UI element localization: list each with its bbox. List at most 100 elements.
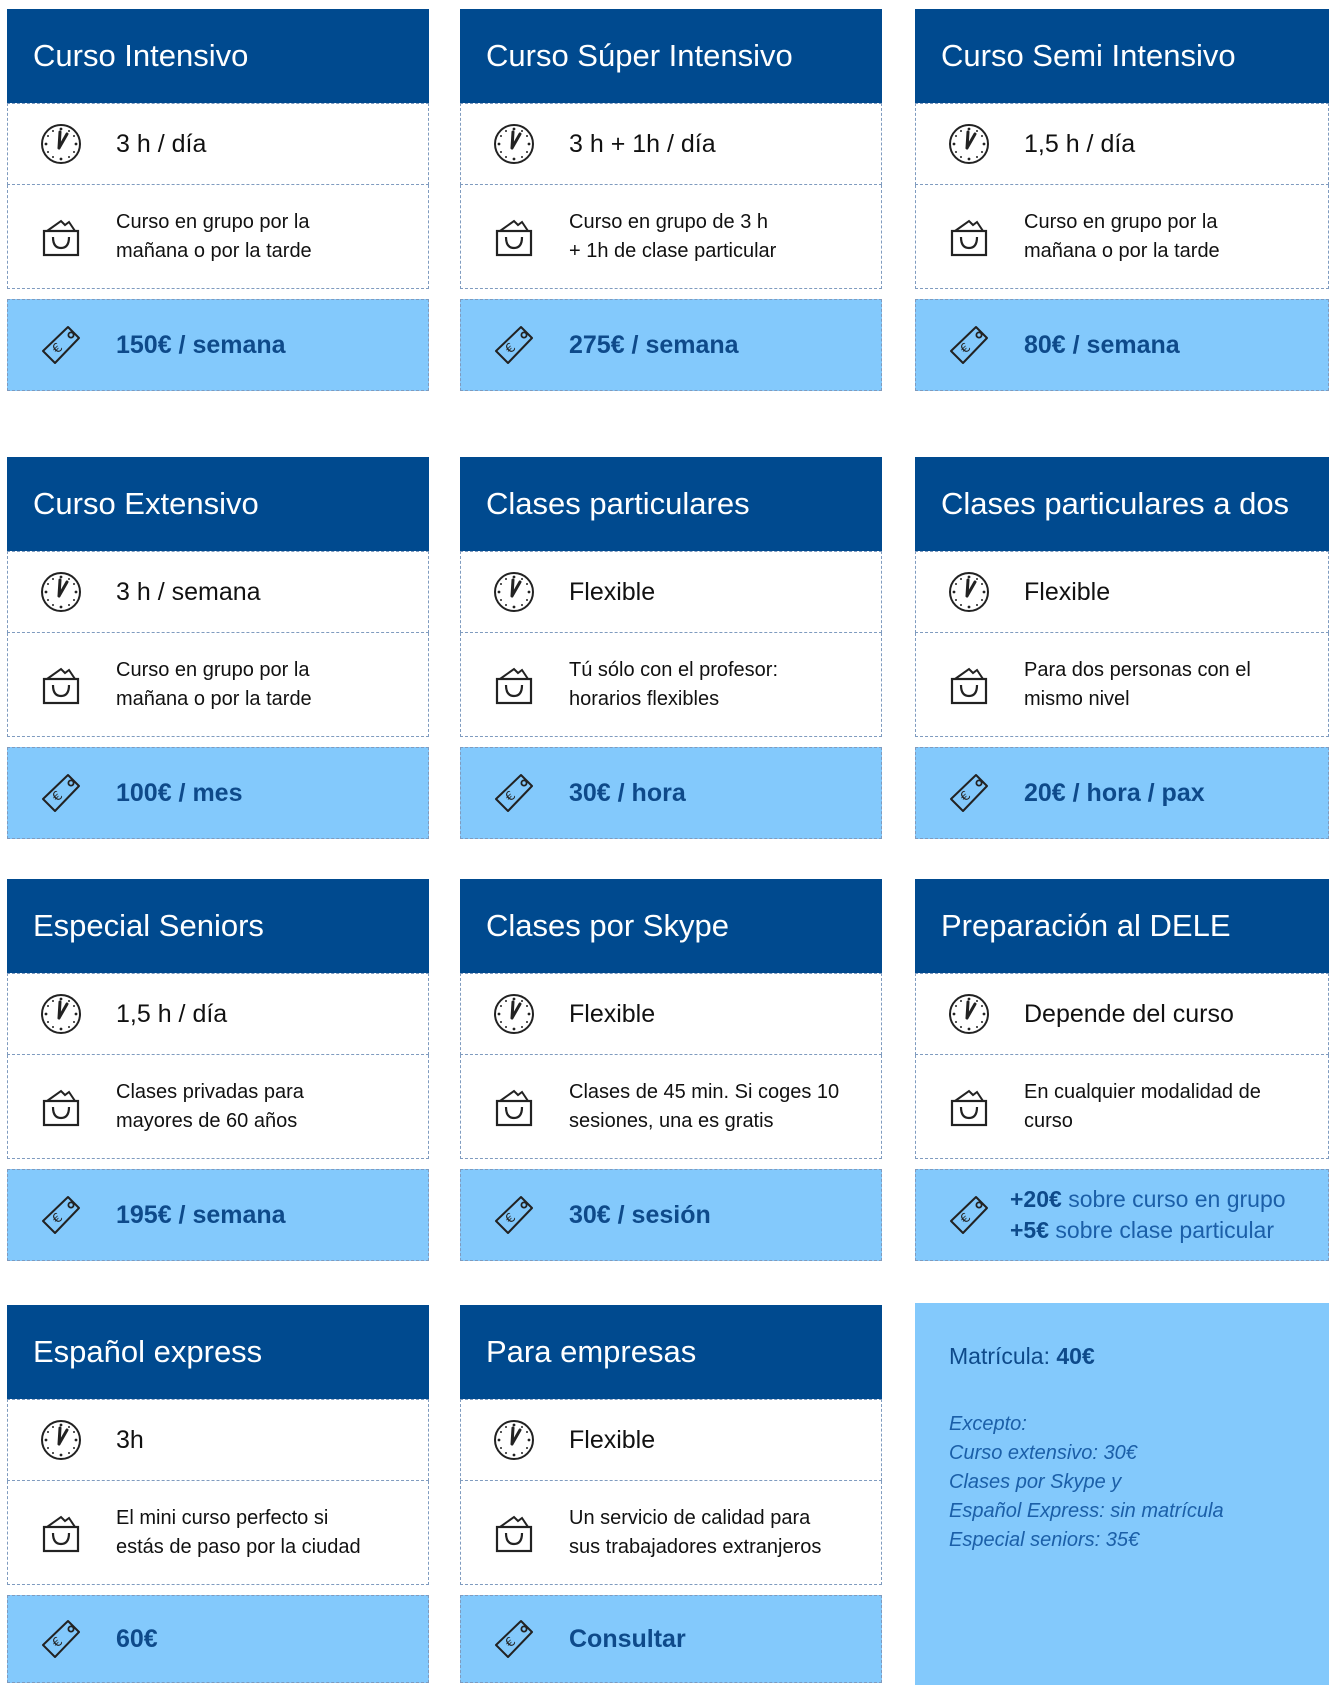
enrollment-info-box: Matrícula: 40€ Excepto: Curso extensivo:… — [915, 1303, 1329, 1685]
schedule-text: 3h — [116, 1425, 144, 1454]
price-row: € 150€ / semana — [7, 299, 429, 391]
description-row: Curso en grupo por la mañana o por la ta… — [7, 633, 429, 737]
description-text: Curso en grupo por la mañana o por la ta… — [1024, 210, 1220, 262]
schedule-row: Flexible — [460, 551, 882, 633]
card-title: Clases particulares — [460, 457, 882, 551]
course-card-semi-intensivo: Curso Semi Intensivo 1,5 h / día Curso e… — [915, 9, 1329, 391]
schedule-text: Flexible — [569, 999, 656, 1028]
price-tag-icon: € — [940, 316, 998, 374]
bag-icon — [940, 656, 998, 714]
price-tag-icon: € — [940, 764, 998, 822]
price-row: € +20€ sobre curso en grupo +5€ sobre cl… — [915, 1169, 1329, 1261]
course-card-clases-particulares: Clases particulares Flexible Tú sólo con… — [460, 457, 882, 839]
enrollment-value: 40€ — [1056, 1343, 1095, 1369]
clock-icon — [32, 563, 90, 621]
description-row: Curso en grupo por la mañana o por la ta… — [7, 185, 429, 289]
description-text: El mini curso perfecto si estás de paso … — [116, 1506, 361, 1558]
price-line-rest: sobre clase particular — [1049, 1217, 1275, 1243]
schedule-row: 1,5 h / día — [915, 103, 1329, 185]
price-text: 20€ / hora / pax — [1024, 778, 1205, 807]
schedule-row: 3 h / día — [7, 103, 429, 185]
price-text: 275€ / semana — [569, 330, 739, 359]
description-row: Clases privadas para mayores de 60 años — [7, 1055, 429, 1159]
schedule-row: Flexible — [460, 1399, 882, 1481]
course-card-clases-skype: Clases por Skype Flexible Clases de 45 m… — [460, 879, 882, 1261]
enrollment-label: Matrícula: — [949, 1343, 1057, 1369]
card-title: Curso Extensivo — [7, 457, 429, 551]
bag-icon — [940, 1078, 998, 1136]
course-card-extensivo: Curso Extensivo 3 h / semana Curso en gr… — [7, 457, 429, 839]
price-tag-icon: € — [485, 1186, 543, 1244]
price-tag-icon: € — [32, 316, 90, 374]
description-text: Clases de 45 min. Si coges 10 sesiones, … — [569, 1080, 840, 1132]
schedule-text: Flexible — [569, 577, 656, 606]
clock-icon — [32, 985, 90, 1043]
price-tag-icon: € — [32, 1186, 90, 1244]
course-card-super-intensivo: Curso Súper Intensivo 3 h + 1h / día Cur… — [460, 9, 882, 391]
schedule-row: 3h — [7, 1399, 429, 1481]
price-row: € 195€ / semana — [7, 1169, 429, 1261]
exception-line: Español Express: sin matrícula — [949, 1500, 1224, 1522]
bag-icon — [32, 1078, 90, 1136]
price-text: 100€ / mes — [116, 778, 243, 807]
description-text: Curso en grupo por la mañana o por la ta… — [116, 210, 312, 262]
description-row: Tú sólo con el profesor: horarios flexib… — [460, 633, 882, 737]
price-tag-icon: € — [485, 764, 543, 822]
price-line-group: +20€ sobre curso en grupo — [1010, 1184, 1286, 1215]
description-row: Curso en grupo de 3 h + 1h de clase part… — [460, 185, 882, 289]
price-row: € Consultar — [460, 1595, 882, 1683]
bag-icon — [32, 656, 90, 714]
price-tag-icon: € — [485, 316, 543, 374]
schedule-text: 3 h + 1h / día — [569, 129, 716, 158]
price-text: 80€ / semana — [1024, 330, 1180, 359]
description-text: En cualquier modalidad de curso — [1024, 1080, 1261, 1132]
card-title: Preparación al DELE — [915, 879, 1329, 973]
schedule-text: Depende del curso — [1024, 999, 1234, 1028]
clock-icon — [940, 985, 998, 1043]
description-text: Curso en grupo por la mañana o por la ta… — [116, 658, 312, 710]
price-text: Consultar — [569, 1624, 686, 1653]
course-card-clases-particulares-a-dos: Clases particulares a dos Flexible Para … — [915, 457, 1329, 839]
description-text: Curso en grupo de 3 h + 1h de clase part… — [569, 210, 777, 262]
price-tag-icon: € — [32, 764, 90, 822]
course-card-para-empresas: Para empresas Flexible Un servicio de ca… — [460, 1305, 882, 1683]
schedule-row: 3 h + 1h / día — [460, 103, 882, 185]
clock-icon — [485, 985, 543, 1043]
description-text: Un servicio de calidad para sus trabajad… — [569, 1506, 822, 1558]
price-text: 30€ / hora — [569, 778, 686, 807]
course-card-especial-seniors: Especial Seniors 1,5 h / día Clases priv… — [7, 879, 429, 1261]
schedule-text: 1,5 h / día — [116, 999, 228, 1028]
description-row: Un servicio de calidad para sus trabajad… — [460, 1481, 882, 1585]
price-row: € 60€ — [7, 1595, 429, 1683]
clock-icon — [485, 563, 543, 621]
schedule-text: 3 h / día — [116, 129, 207, 158]
bag-icon — [32, 1504, 90, 1562]
description-row: El mini curso perfecto si estás de paso … — [7, 1481, 429, 1585]
course-card-intensivo: Curso Intensivo 3 h / día Curso en grupo… — [7, 9, 429, 391]
schedule-text: 1,5 h / día — [1024, 129, 1136, 158]
clock-icon — [940, 563, 998, 621]
price-line-private: +5€ sobre clase particular — [1010, 1215, 1286, 1246]
card-title: Curso Súper Intensivo — [460, 9, 882, 103]
exception-line: Excepto: — [949, 1413, 1027, 1435]
description-row: En cualquier modalidad de curso — [915, 1055, 1329, 1159]
price-tag-icon: € — [32, 1610, 90, 1668]
course-card-espanol-express: Español express 3h El mini curso perfect… — [7, 1305, 429, 1683]
description-text: Clases privadas para mayores de 60 años — [116, 1080, 304, 1132]
price-text: 150€ / semana — [116, 330, 286, 359]
schedule-row: Depende del curso — [915, 973, 1329, 1055]
description-row: Curso en grupo por la mañana o por la ta… — [915, 185, 1329, 289]
price-line-bold: +5€ — [1010, 1217, 1050, 1243]
bag-icon — [485, 1078, 543, 1136]
bag-icon — [485, 656, 543, 714]
card-title: Para empresas — [460, 1305, 882, 1399]
exception-line: Curso extensivo: 30€ — [949, 1442, 1137, 1464]
card-title: Español express — [7, 1305, 429, 1399]
bag-icon — [940, 208, 998, 266]
price-text: 30€ / sesión — [569, 1200, 711, 1229]
price-row: € 80€ / semana — [915, 299, 1329, 391]
price-tag-icon: € — [940, 1186, 998, 1244]
clock-icon — [485, 115, 543, 173]
price-tag-icon: € — [485, 1610, 543, 1668]
description-row: Clases de 45 min. Si coges 10 sesiones, … — [460, 1055, 882, 1159]
